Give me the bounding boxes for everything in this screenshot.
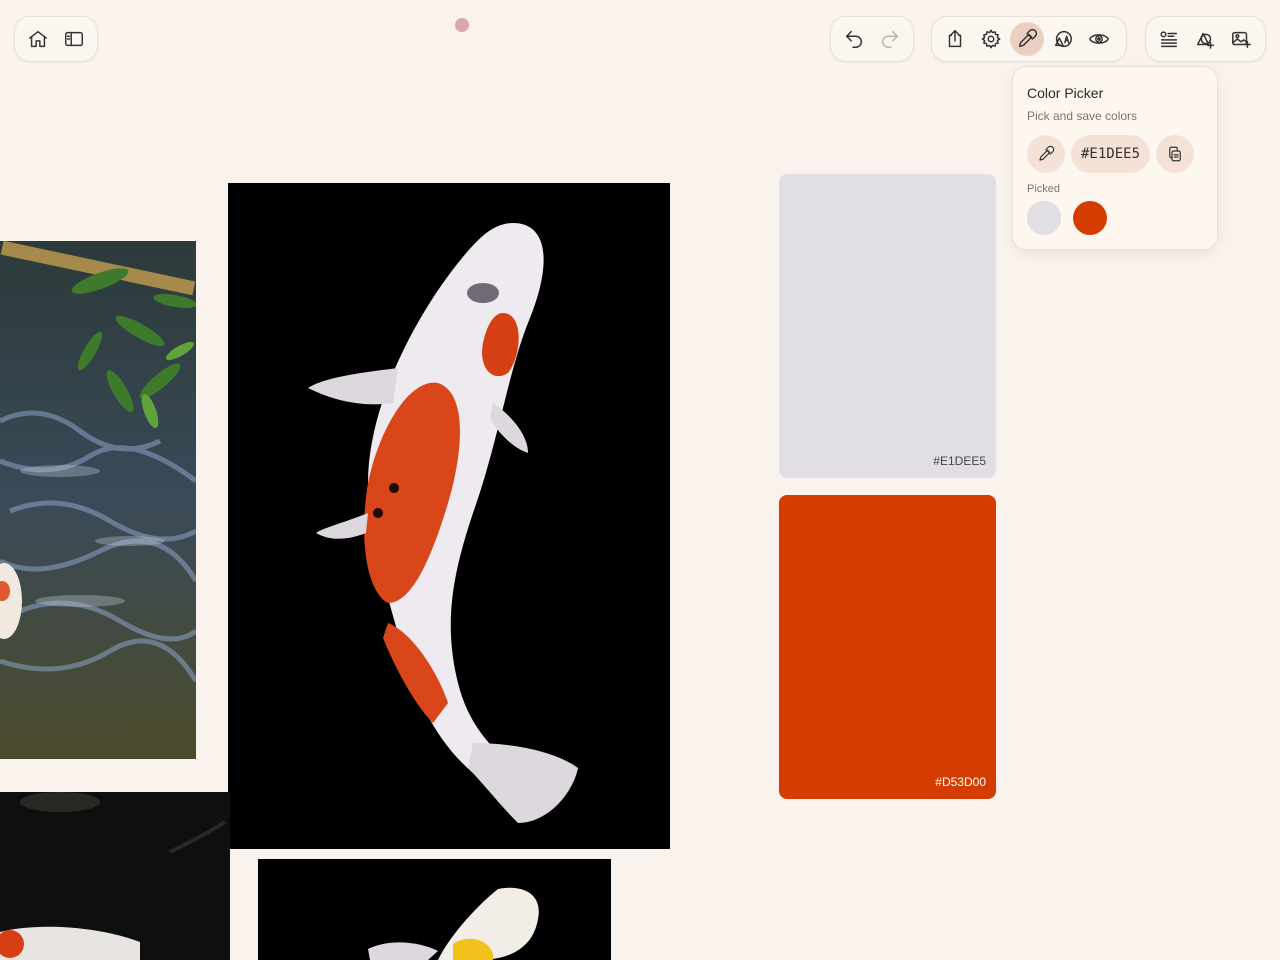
share-icon <box>948 30 962 48</box>
settings-button[interactable] <box>974 22 1008 56</box>
copy-hex-button[interactable] <box>1156 135 1195 173</box>
status-dot <box>455 18 469 32</box>
gear-icon <box>981 29 1001 49</box>
toolbar-insert-group <box>1145 16 1266 62</box>
color-picker-tool-button[interactable] <box>1010 22 1044 56</box>
undo-icon <box>845 30 862 48</box>
sidebar-toggle-button[interactable] <box>57 22 91 56</box>
picked-swatch[interactable] <box>1073 201 1107 235</box>
shapes-icon <box>1054 30 1072 48</box>
color-card-light[interactable]: #E1DEE5 <box>779 174 996 478</box>
shapes-tool-button[interactable] <box>1046 22 1080 56</box>
picked-label: Picked <box>1027 183 1061 195</box>
color-card-orange[interactable]: #D53D00 <box>779 495 996 799</box>
pick-color-button[interactable] <box>1027 135 1065 173</box>
home-icon <box>29 30 47 48</box>
add-image-button[interactable] <box>1224 22 1258 56</box>
current-hex-value[interactable]: #E1DEE5 <box>1071 135 1151 173</box>
toolbar-nav-group <box>14 16 98 62</box>
add-shape-button[interactable] <box>1188 22 1222 56</box>
redo-button[interactable] <box>873 22 907 56</box>
koi-dark-photo[interactable] <box>0 792 230 960</box>
koi-dark-image <box>0 792 230 960</box>
popover-title: Color Picker <box>1027 85 1104 101</box>
copy-icon <box>1169 146 1181 162</box>
share-button[interactable] <box>938 22 972 56</box>
toolbar-tools-group <box>931 16 1127 62</box>
color-card-hex-label: #D53D00 <box>935 775 986 789</box>
redo-icon <box>882 30 899 48</box>
image-add-icon <box>1232 31 1251 48</box>
pond-photo-image <box>0 241 196 759</box>
toolbar-history-group <box>830 16 914 62</box>
home-button[interactable] <box>21 22 55 56</box>
koi-top-view-photo[interactable] <box>228 183 670 849</box>
popover-subtitle: Pick and save colors <box>1027 109 1138 123</box>
picked-swatch[interactable] <box>1027 201 1061 235</box>
picked-swatches <box>1027 201 1203 235</box>
sidebar-icon <box>65 31 83 47</box>
koi-fish-image <box>228 183 670 849</box>
add-text-list-button[interactable] <box>1152 22 1186 56</box>
shape-add-icon <box>1196 32 1214 49</box>
eyedropper-icon <box>1039 145 1055 161</box>
list-add-icon <box>1160 31 1178 48</box>
color-card-hex-label: #E1DEE5 <box>933 454 986 468</box>
preview-button[interactable] <box>1082 22 1116 56</box>
koi-yellow-image <box>258 859 611 960</box>
color-picker-popover: Color Picker Pick and save colors #E1DEE… <box>1012 66 1218 250</box>
eyedropper-icon <box>1018 28 1038 48</box>
koi-yellow-photo[interactable] <box>258 859 611 960</box>
undo-button[interactable] <box>837 22 871 56</box>
eye-icon <box>1089 34 1109 44</box>
koi-pond-photo[interactable] <box>0 241 196 759</box>
